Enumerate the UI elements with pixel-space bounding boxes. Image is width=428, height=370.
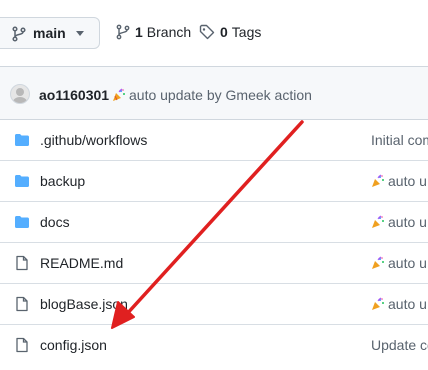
- file-commit-message[interactable]: auto u: [371, 255, 427, 271]
- file-commit-message[interactable]: auto u: [371, 173, 427, 189]
- commit-message-text: auto update by Gmeek action: [129, 87, 312, 103]
- git-branch-icon: [12, 26, 26, 42]
- file-icon: [16, 255, 28, 271]
- commit-message[interactable]: auto update by Gmeek action: [112, 87, 312, 103]
- file-commit-message[interactable]: auto u: [371, 214, 427, 230]
- file-name[interactable]: config.json: [40, 337, 107, 353]
- file-row[interactable]: config.json Update co: [0, 325, 428, 366]
- party-popper-icon: [113, 88, 125, 101]
- branch-count-label: Branch: [146, 24, 192, 40]
- file-row[interactable]: backup auto u: [0, 161, 428, 202]
- file-commit-message-text: auto u: [388, 173, 427, 189]
- folder-icon: [15, 134, 29, 146]
- party-popper-icon: [372, 215, 384, 228]
- commit-author[interactable]: ao1160301: [39, 87, 109, 103]
- file-name[interactable]: .github/workflows: [40, 132, 147, 148]
- file-name[interactable]: README.md: [40, 255, 123, 271]
- branches-link[interactable]: 1 Branch: [116, 24, 191, 40]
- chevron-down-icon: [76, 31, 84, 36]
- latest-commit-bar: ao1160301 auto update by Gmeek action: [0, 66, 428, 120]
- branch-selector-button[interactable]: main: [0, 17, 100, 49]
- file-commit-message-text: auto u: [388, 296, 427, 312]
- file-commit-message-text: Initial com: [371, 132, 428, 148]
- party-popper-icon: [372, 174, 384, 187]
- file-commit-message[interactable]: Initial com: [371, 132, 428, 148]
- file-name[interactable]: blogBase.json: [40, 296, 128, 312]
- file-row[interactable]: blogBase.json auto u: [0, 284, 428, 325]
- file-commit-message-text: Update co: [371, 337, 428, 353]
- file-row[interactable]: README.md auto u: [0, 243, 428, 284]
- file-row[interactable]: .github/workflows Initial com: [0, 120, 428, 161]
- branch-name: main: [33, 25, 66, 41]
- file-commit-message-text: auto u: [388, 255, 427, 271]
- file-icon: [16, 296, 28, 312]
- git-branch-icon: [116, 24, 130, 40]
- avatar[interactable]: [10, 84, 30, 104]
- file-row[interactable]: docs auto u: [0, 202, 428, 243]
- file-name[interactable]: backup: [40, 173, 85, 189]
- folder-icon: [15, 175, 29, 187]
- file-name[interactable]: docs: [40, 214, 70, 230]
- party-popper-icon: [372, 256, 384, 269]
- tags-link[interactable]: 0 Tags: [199, 24, 261, 40]
- party-popper-icon: [372, 297, 384, 310]
- tag-count: 0: [220, 24, 228, 40]
- file-commit-message-text: auto u: [388, 214, 427, 230]
- file-icon: [16, 337, 28, 353]
- folder-icon: [15, 216, 29, 228]
- tag-icon: [199, 24, 215, 40]
- repo-toolbar: main 1 Branch 0 Tags: [0, 0, 428, 66]
- file-commit-message[interactable]: Update co: [371, 337, 428, 353]
- file-commit-message[interactable]: auto u: [371, 296, 427, 312]
- branch-count: 1: [135, 24, 143, 40]
- tag-count-label: Tags: [231, 24, 262, 40]
